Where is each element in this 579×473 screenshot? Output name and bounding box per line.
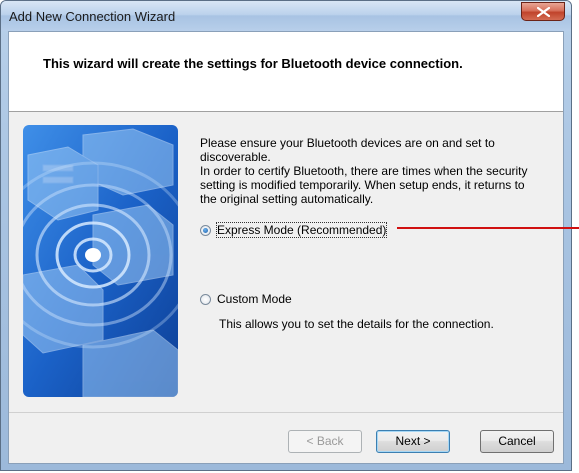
bluetooth-devices-illustration	[23, 125, 178, 397]
info-line: the original setting automatically.	[200, 192, 374, 206]
custom-mode-label[interactable]: Custom Mode	[217, 292, 292, 306]
info-line: In order to certify Bluetooth, there are…	[200, 164, 528, 178]
custom-mode-radio[interactable]	[200, 293, 211, 305]
annotation-pointer-line	[397, 227, 579, 229]
cancel-button[interactable]: Cancel	[480, 430, 554, 453]
express-mode-label[interactable]: Express Mode (Recommended)	[215, 222, 388, 238]
footer-divider	[9, 412, 563, 413]
info-line: Please ensure your Bluetooth devices are…	[200, 136, 495, 150]
info-text: Please ensure your Bluetooth devices are…	[200, 136, 555, 206]
info-line: discoverable.	[200, 150, 271, 164]
title-bar[interactable]: Add New Connection Wizard	[1, 1, 571, 31]
wizard-body: This wizard will create the settings for…	[8, 31, 564, 464]
header-text: This wizard will create the settings for…	[43, 56, 463, 71]
custom-mode-option[interactable]: Custom Mode	[200, 292, 292, 306]
wizard-window: Add New Connection Wizard This wizard wi…	[0, 0, 572, 471]
window-title: Add New Connection Wizard	[9, 9, 176, 24]
express-mode-option[interactable]: Express Mode (Recommended)	[200, 222, 388, 238]
close-icon	[537, 7, 550, 17]
custom-mode-description: This allows you to set the details for t…	[219, 317, 494, 331]
info-line: setting is modified temporarily. When se…	[200, 178, 525, 192]
wizard-header: This wizard will create the settings for…	[9, 32, 563, 112]
express-mode-radio[interactable]	[200, 224, 211, 236]
close-button[interactable]	[521, 2, 565, 21]
next-button[interactable]: Next >	[376, 430, 450, 453]
back-button[interactable]: < Back	[288, 430, 362, 453]
